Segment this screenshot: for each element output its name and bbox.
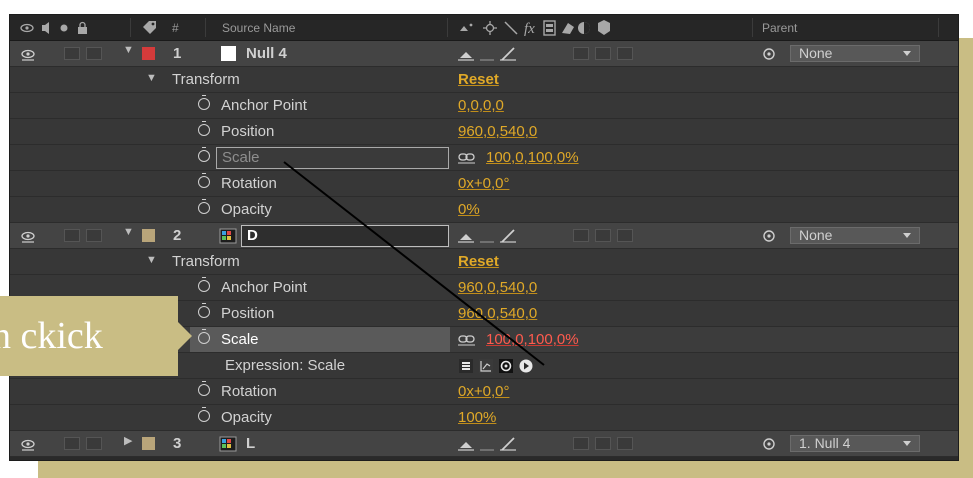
callout-text: n ckick xyxy=(0,315,103,357)
callout-pointer xyxy=(178,322,192,350)
pick-whip-line xyxy=(283,161,545,366)
callout-label: n ckick xyxy=(0,296,178,376)
